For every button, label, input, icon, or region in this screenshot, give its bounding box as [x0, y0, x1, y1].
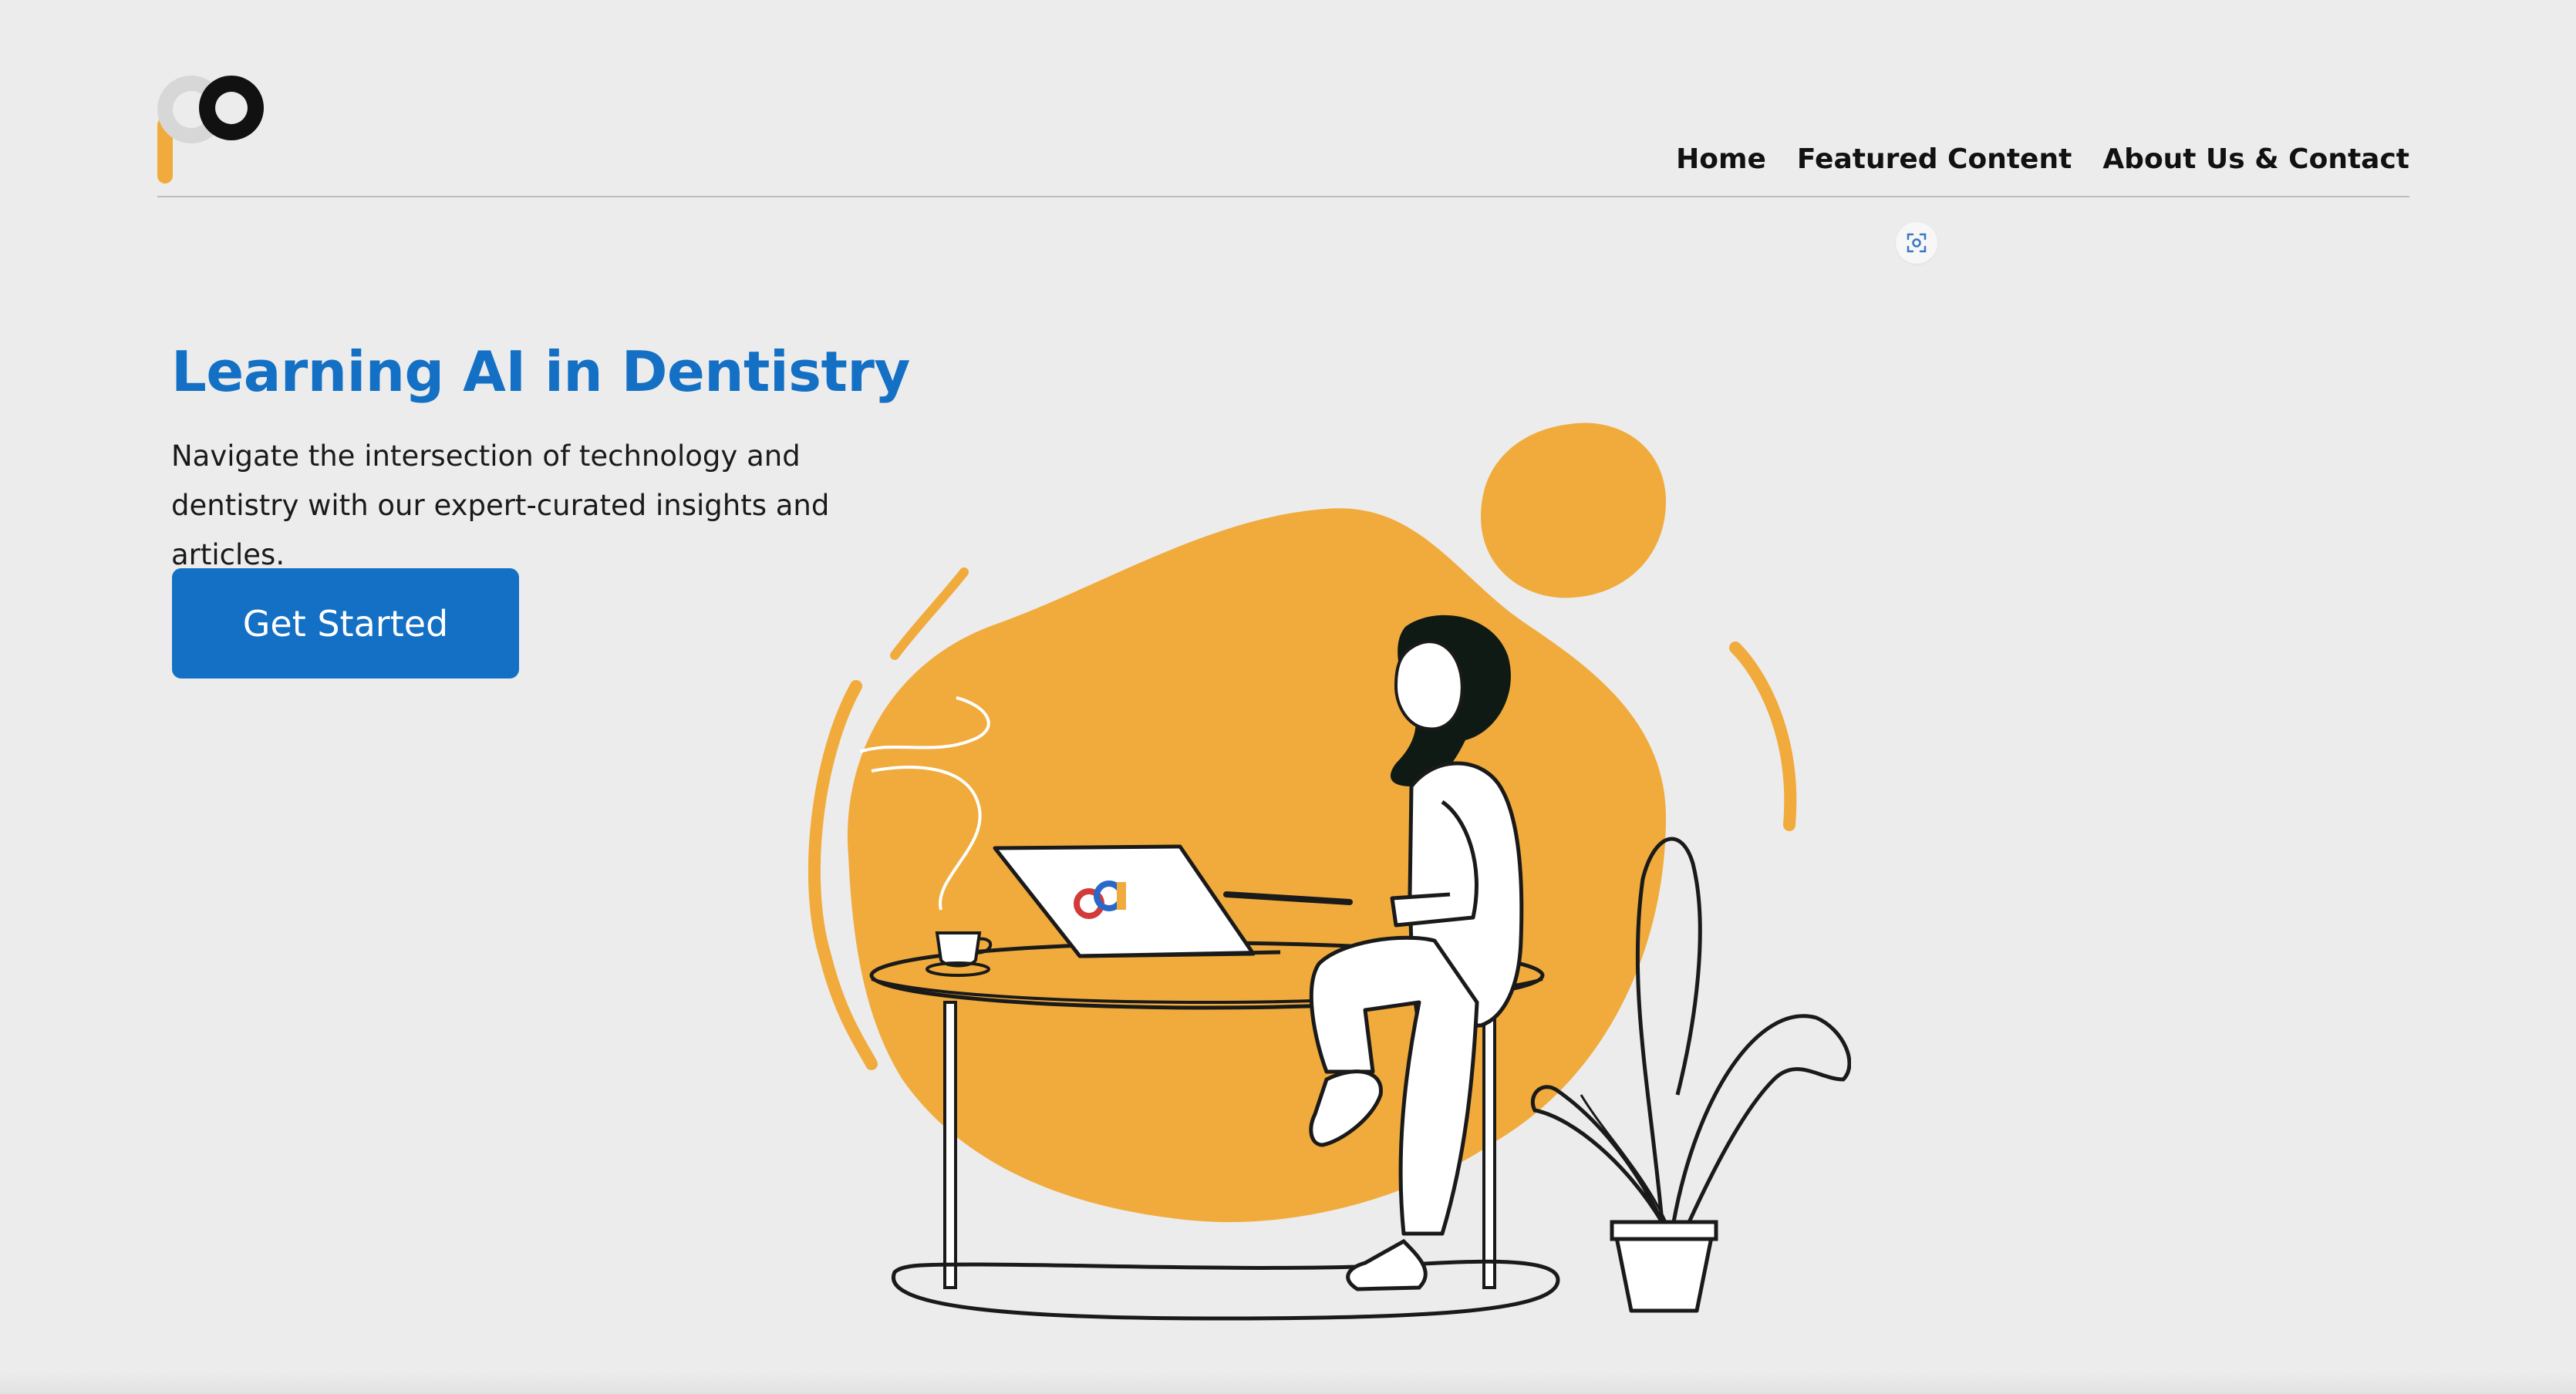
get-started-button[interactable]: Get Started: [172, 568, 519, 678]
plant-pot: [1613, 1231, 1715, 1313]
screenshot-capture-button[interactable]: [1896, 222, 1937, 264]
nav-featured-content[interactable]: Featured Content: [1797, 143, 2072, 175]
person-shoe-right: [1346, 1238, 1428, 1291]
bottom-fade: [0, 1372, 2576, 1394]
nav-about-contact[interactable]: About Us & Contact: [2102, 143, 2409, 175]
nav-home[interactable]: Home: [1676, 143, 1766, 175]
coffee-cup: [935, 931, 982, 968]
header-divider: [157, 196, 2409, 197]
main-nav: Home Featured Content About Us & Contact: [1676, 143, 2409, 175]
screenshot-capture-icon: [1907, 233, 1927, 253]
table-base: [891, 1259, 1560, 1321]
brand-logo-icon[interactable]: [156, 69, 271, 185]
left-top-accent-arc: [890, 567, 969, 660]
right-accent-arc: [1729, 641, 1797, 831]
landing-page: Home Featured Content About Us & Contact…: [0, 0, 2576, 1394]
hero-title: Learning AI in Dentistry: [171, 339, 910, 404]
orange-circle-shape: [1481, 423, 1666, 598]
person-working-at-laptop-illustration: [808, 423, 1851, 1321]
person-face: [1394, 640, 1464, 731]
orange-blob-shape: [847, 508, 1666, 1223]
